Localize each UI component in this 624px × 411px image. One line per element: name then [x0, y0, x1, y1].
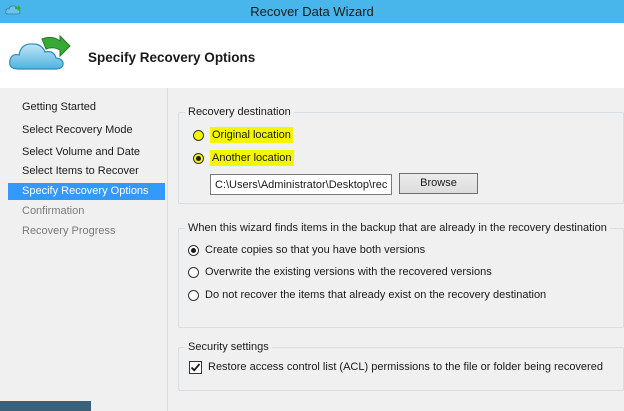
original-location-label: Original location — [210, 127, 293, 143]
step-select-recovery-mode[interactable]: Select Recovery Mode — [8, 122, 165, 139]
title-bar: Recover Data Wizard — [0, 0, 624, 23]
radio-checked-icon[interactable] — [188, 244, 199, 256]
another-location-radio[interactable]: Another location — [193, 150, 294, 166]
step-confirmation: Confirmation — [22, 205, 85, 217]
wizard-step-list: Getting Started Select Recovery Mode Sel… — [0, 88, 165, 411]
window-title: Recover Data Wizard — [250, 4, 374, 19]
conflict-options-legend: When this wizard finds items in the back… — [185, 221, 610, 235]
page-title: Specify Recovery Options — [88, 50, 256, 65]
another-location-label: Another location — [210, 150, 294, 166]
step-specify-recovery-options[interactable]: Specify Recovery Options — [8, 183, 165, 200]
step-select-volume-and-date[interactable]: Select Volume and Date — [8, 144, 165, 161]
security-settings-legend: Security settings — [185, 340, 272, 354]
radio-unchecked-icon[interactable] — [188, 266, 199, 278]
checkbox-checked-icon[interactable] — [189, 360, 202, 374]
radio-checked-icon[interactable] — [193, 152, 204, 164]
recovery-destination-legend: Recovery destination — [185, 105, 294, 119]
create-copies-radio[interactable]: Create copies so that you have both vers… — [188, 242, 425, 258]
step-getting-started[interactable]: Getting Started — [8, 99, 165, 116]
wizard-header: Specify Recovery Options — [0, 23, 624, 88]
do-not-recover-label: Do not recover the items that already ex… — [205, 289, 547, 301]
overwrite-radio[interactable]: Overwrite the existing versions with the… — [188, 264, 492, 280]
overwrite-label: Overwrite the existing versions with the… — [205, 266, 492, 278]
step-select-items-to-recover[interactable]: Select Items to Recover — [8, 163, 165, 180]
restore-acl-checkbox[interactable]: Restore access control list (ACL) permis… — [189, 359, 603, 375]
create-copies-label: Create copies so that you have both vers… — [205, 244, 426, 256]
recovery-path-input[interactable] — [210, 174, 392, 195]
nav-divider — [167, 88, 168, 411]
step-recovery-progress: Recovery Progress — [22, 225, 116, 237]
radio-unchecked-icon[interactable] — [193, 129, 204, 141]
recover-cloud-icon — [9, 34, 71, 70]
original-location-radio[interactable]: Original location — [193, 127, 293, 143]
wizard-body: Getting Started Select Recovery Mode Sel… — [0, 88, 624, 411]
radio-unchecked-icon[interactable] — [188, 289, 199, 301]
browse-button[interactable]: Browse — [399, 173, 478, 194]
do-not-recover-radio[interactable]: Do not recover the items that already ex… — [188, 287, 546, 303]
restore-acl-label: Restore access control list (ACL) permis… — [208, 361, 603, 373]
taskbar-strip — [0, 401, 91, 411]
